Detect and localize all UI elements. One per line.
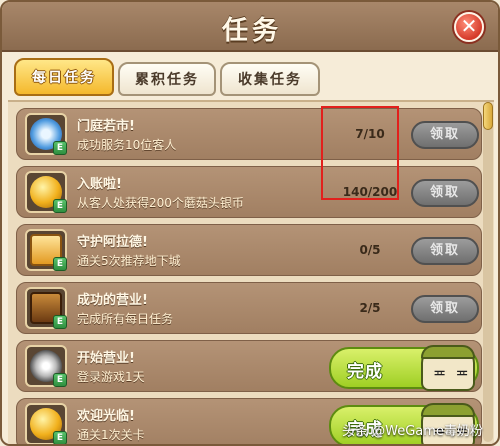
task-name: 成功的营业! bbox=[77, 293, 148, 308]
task-icon-frame: E bbox=[25, 171, 67, 213]
tab-bar: 每日任务 累积任务 收集任务 bbox=[8, 58, 496, 100]
title-bar: 任务 ✕ bbox=[2, 2, 498, 52]
task-list: E 门庭若市! 成功服务10位客人 7/10 领取 E 入账啦! 从客人处获得2… bbox=[8, 100, 494, 444]
mascot-hat bbox=[421, 345, 475, 359]
claim-button[interactable]: 领取 bbox=[411, 121, 479, 149]
claim-button[interactable]: 领取 bbox=[411, 179, 479, 207]
task-name: 门庭若市! bbox=[77, 119, 135, 134]
mascot-hat bbox=[421, 403, 475, 417]
scrollbar[interactable] bbox=[483, 102, 493, 442]
task-icon-frame: E bbox=[25, 113, 67, 155]
task-name: 入账啦! bbox=[77, 177, 122, 192]
task-row: E 门庭若市! 成功服务10位客人 7/10 领取 bbox=[16, 108, 482, 160]
task-icon-frame: E bbox=[25, 403, 67, 444]
task-desc: 通关1次关卡 bbox=[77, 428, 145, 442]
claim-button[interactable]: 领取 bbox=[411, 295, 479, 323]
rank-tag-icon: E bbox=[53, 141, 67, 155]
task-progress: 2/5 bbox=[359, 301, 381, 315]
task-row: E 开始营业! 登录游戏1天 完成 ≖ ≖ bbox=[16, 340, 482, 392]
task-icon-frame: E bbox=[25, 229, 67, 271]
complete-label: 完成 bbox=[347, 362, 383, 382]
task-window: 任务 ✕ 每日任务 累积任务 收集任务 E 门庭若市! 成功服务10位客人 7/… bbox=[0, 0, 500, 446]
task-row: E 守护阿拉德! 通关5次推荐地下城 0/5 领取 bbox=[16, 224, 482, 276]
task-desc: 通关5次推荐地下城 bbox=[77, 254, 181, 268]
close-icon: ✕ bbox=[460, 14, 478, 38]
task-row: E 入账啦! 从客人处获得200个蘑菇头银币 140/200 领取 bbox=[16, 166, 482, 218]
task-desc: 登录游戏1天 bbox=[77, 370, 145, 384]
mascot-icon: ≖ ≖ bbox=[421, 345, 475, 391]
window-title: 任务 bbox=[221, 16, 282, 46]
task-name: 开始营业! bbox=[77, 351, 135, 366]
task-icon-frame: E bbox=[25, 345, 67, 387]
rank-tag-icon: E bbox=[53, 199, 67, 213]
claim-button[interactable]: 领取 bbox=[411, 237, 479, 265]
task-desc: 从客人处获得200个蘑菇头银币 bbox=[77, 196, 244, 210]
progress-highlight-box bbox=[321, 106, 399, 200]
rank-tag-icon: E bbox=[53, 373, 67, 387]
complete-button[interactable]: 完成 ≖ ≖ bbox=[329, 345, 479, 391]
watermark: 头条 @WeGame毒奶粉 bbox=[342, 424, 483, 439]
task-progress: 0/5 bbox=[359, 243, 381, 257]
mascot-face: ≖ ≖ bbox=[433, 363, 471, 382]
task-icon-frame: E bbox=[25, 287, 67, 329]
tab-collect[interactable]: 收集任务 bbox=[220, 62, 320, 96]
close-button[interactable]: ✕ bbox=[454, 12, 484, 42]
rank-tag-icon: E bbox=[53, 257, 67, 271]
task-row: E 成功的营业! 完成所有每日任务 2/5 领取 bbox=[16, 282, 482, 334]
task-desc: 成功服务10位客人 bbox=[77, 138, 177, 152]
rank-tag-icon: E bbox=[53, 315, 67, 329]
tab-daily[interactable]: 每日任务 bbox=[14, 58, 114, 96]
scrollbar-thumb[interactable] bbox=[483, 102, 493, 130]
task-name: 守护阿拉德! bbox=[77, 235, 148, 250]
task-desc: 完成所有每日任务 bbox=[77, 312, 174, 326]
rank-tag-icon: E bbox=[53, 431, 67, 444]
task-name: 欢迎光临! bbox=[77, 409, 135, 424]
tab-cumulative[interactable]: 累积任务 bbox=[118, 62, 216, 96]
